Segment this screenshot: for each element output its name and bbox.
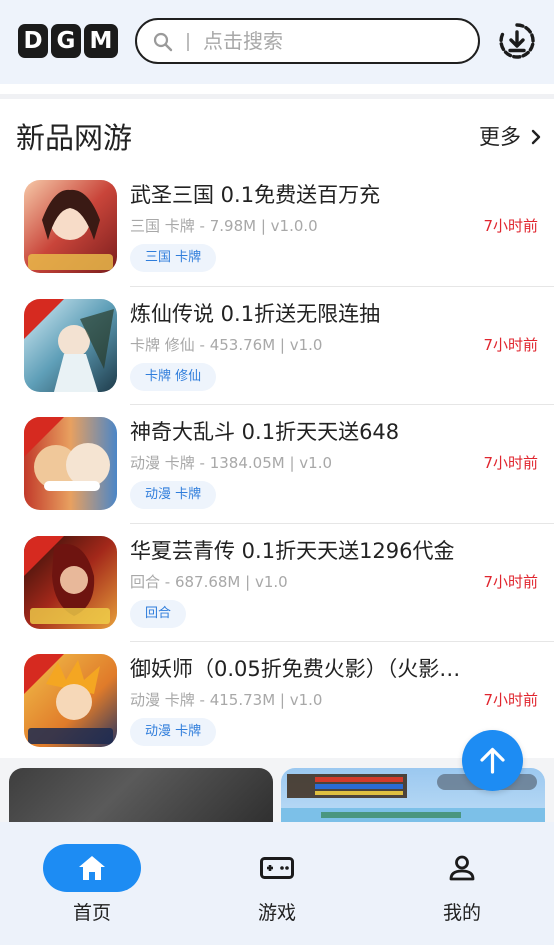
game-icon-yuyaoshi (24, 654, 117, 747)
user-icon (449, 855, 475, 881)
genre-tag[interactable]: 三国 卡牌 (130, 244, 217, 272)
tab-profile[interactable]: 我的 (370, 822, 554, 945)
genre-tag[interactable]: 动漫 卡牌 (130, 718, 217, 746)
bottom-tab-bar: 首页 游戏 我的 (0, 822, 554, 945)
game-name[interactable]: 炼仙传说 0.1折送无限连抽 (130, 299, 530, 329)
release-time: 7小时前 (483, 691, 538, 709)
game-meta: 三国 卡牌 - 7.98M | v1.0.0 (130, 217, 318, 235)
list-item[interactable]: 华夏芸青传 0.1折天天送1296代金 回合 - 687.68M | v1.0 … (0, 524, 554, 642)
list-item[interactable]: 神奇大乱斗 0.1折天天送648 动漫 卡牌 - 1384.05M | v1.0… (0, 405, 554, 524)
list-item[interactable]: 炼仙传说 0.1折送无限连抽 卡牌 修仙 - 453.76M | v1.0 7小… (0, 287, 554, 405)
game-name[interactable]: 武圣三国 0.1免费送百万充 (130, 180, 530, 210)
home-icon (79, 856, 105, 880)
game-icon-shenqi (24, 417, 117, 510)
search-icon (153, 32, 173, 52)
genre-tag[interactable]: 卡牌 修仙 (130, 362, 217, 391)
app-logo[interactable]: D G M (18, 24, 118, 58)
game-list: 武圣三国 0.1免费送百万充 三国 卡牌 - 7.98M | v1.0.0 7小… (0, 168, 554, 761)
section-separator (0, 94, 554, 99)
tab-icon-container (413, 844, 511, 892)
release-time: 7小时前 (483, 572, 538, 591)
more-label: 更多 (479, 125, 521, 149)
tab-icon-container (43, 844, 141, 892)
search-placeholder: 点击搜索 (203, 29, 283, 53)
banner-image[interactable] (9, 768, 273, 822)
release-time: 7小时前 (483, 454, 538, 472)
game-meta: 卡牌 修仙 - 453.76M | v1.0 (130, 335, 323, 354)
gamepad-icon (260, 857, 294, 879)
more-link[interactable]: 更多 (479, 122, 541, 152)
tab-games[interactable]: 游戏 (185, 822, 369, 945)
game-icon-wusheng (24, 180, 117, 273)
genre-tag[interactable]: 动漫 卡牌 (130, 481, 217, 509)
chevron-right-icon (531, 129, 541, 145)
release-time: 7小时前 (483, 217, 538, 235)
top-bar: D G M 点击搜索 (0, 0, 554, 84)
list-item[interactable]: 武圣三国 0.1免费送百万充 三国 卡牌 - 7.98M | v1.0.0 7小… (0, 168, 554, 287)
tab-icon-container (228, 844, 326, 892)
scroll-to-top-button[interactable] (462, 730, 523, 791)
game-icon-lianxian (24, 298, 117, 392)
game-meta: 动漫 卡牌 - 415.73M | v1.0 (130, 691, 323, 709)
release-time: 7小时前 (483, 335, 538, 354)
tab-label: 首页 (72, 902, 111, 924)
game-name[interactable]: 华夏芸青传 0.1折天天送1296代金 (130, 536, 530, 566)
logo-letter: G (51, 24, 81, 58)
logo-letter: D (18, 24, 48, 58)
tab-label: 我的 (442, 902, 481, 924)
tab-label: 游戏 (257, 902, 296, 924)
game-name[interactable]: 神奇大乱斗 0.1折天天送648 (130, 417, 530, 447)
game-meta: 动漫 卡牌 - 1384.05M | v1.0 (130, 454, 333, 472)
download-manager-icon[interactable] (498, 22, 536, 60)
tab-home[interactable]: 首页 (0, 822, 184, 945)
section-title: 新品网游 (16, 121, 133, 155)
arrow-up-icon (480, 747, 505, 774)
search-divider (187, 33, 189, 51)
genre-tag[interactable]: 回合 (130, 599, 187, 628)
logo-letter: M (84, 24, 118, 58)
game-icon-huaxia (24, 535, 117, 629)
search-input[interactable]: 点击搜索 (135, 18, 480, 64)
game-meta: 回合 - 687.68M | v1.0 (130, 572, 288, 591)
game-name[interactable]: 御妖师（0.05折免费火影）（火影… (130, 654, 530, 684)
